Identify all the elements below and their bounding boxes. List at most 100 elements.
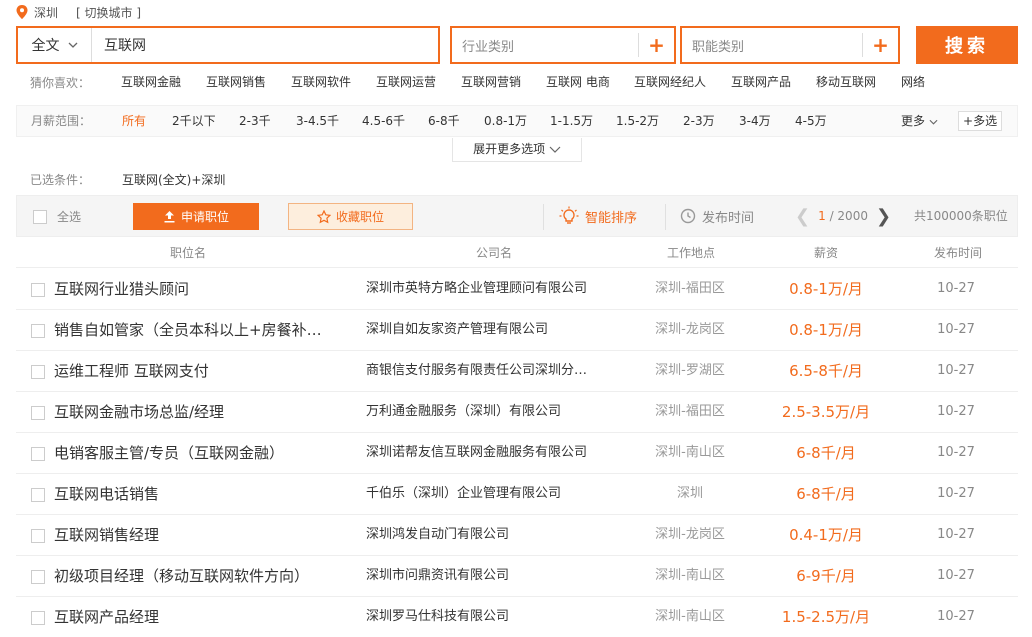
company-name[interactable]: 千伯乐（深圳）企业管理有限公司 <box>366 474 611 514</box>
guess-keyword[interactable]: 互联网软件 <box>291 72 351 92</box>
location-bar: 深圳 [ 切换城市 ] <box>16 2 141 22</box>
next-page-icon[interactable]: ❯ <box>876 206 891 227</box>
row-checkbox[interactable] <box>31 488 45 502</box>
job-title[interactable]: 互联网电话销售 <box>54 474 344 514</box>
publish-date: 10-27 <box>937 363 975 378</box>
apply-job-button[interactable]: 申请职位 <box>133 203 259 230</box>
publish-date: 10-27 <box>937 404 975 419</box>
job-location: 深圳-南山区 <box>655 609 725 624</box>
switch-city-link[interactable]: [ 切换城市 ] <box>76 4 141 21</box>
guess-keyword[interactable]: 互联网运营 <box>376 72 436 92</box>
salary-option[interactable]: 2-3万 <box>683 106 715 136</box>
publish-date: 10-27 <box>937 281 975 296</box>
publish-date: 10-27 <box>937 486 975 501</box>
company-name[interactable]: 深圳自如友家资产管理有限公司 <box>366 310 611 350</box>
results-toolbar: 全选 申请职位 收藏职位 智能排序 发布时间 ❮ 1 / 2000 ❯ 共100… <box>16 195 1018 237</box>
function-selector[interactable]: 职能类别 + <box>680 26 900 64</box>
header-date: 发布时间 <box>933 246 982 260</box>
chevron-down-icon <box>68 42 77 48</box>
table-row: 互联网行业猎头顾问 深圳市英特方略企业管理顾问有限公司 深圳-福田区 0.8-1… <box>16 269 1018 310</box>
guess-keyword[interactable]: 网络 <box>901 72 925 92</box>
company-name[interactable]: 深圳鸿发自动门有限公司 <box>366 515 611 555</box>
row-checkbox[interactable] <box>31 447 45 461</box>
company-name[interactable]: 深圳诺帮友信互联网金融服务有限公司 <box>366 433 611 473</box>
job-title[interactable]: 互联网行业猎头顾问 <box>54 269 344 309</box>
company-name[interactable]: 万利通金融服务（深圳）有限公司 <box>366 392 611 432</box>
row-checkbox[interactable] <box>31 529 45 543</box>
guess-keyword[interactable]: 移动互联网 <box>816 72 876 92</box>
guess-keyword[interactable]: 互联网产品 <box>731 72 791 92</box>
row-checkbox[interactable] <box>31 324 45 338</box>
guess-keyword[interactable]: 互联网金融 <box>121 72 181 92</box>
function-placeholder: 职能类别 <box>692 39 745 55</box>
company-name[interactable]: 深圳罗马仕科技有限公司 <box>366 597 611 637</box>
row-checkbox[interactable] <box>31 406 45 420</box>
publish-time-sort-button[interactable]: 发布时间 <box>680 196 754 236</box>
company-name[interactable]: 商银信支付服务有限责任公司深圳分… <box>366 351 611 391</box>
salary-option[interactable]: 1-1.5万 <box>550 106 593 136</box>
salary-filter-row: 月薪范围： 所有 2千以下 2-3千 3-4.5千 4.5-6千 6-8千 0.… <box>16 105 1018 137</box>
salary-option[interactable]: 4-5万 <box>795 106 827 136</box>
guess-keyword[interactable]: 互联网 电商 <box>546 72 610 92</box>
plus-icon: + <box>963 114 974 128</box>
salary-option[interactable]: 2-3千 <box>239 106 271 136</box>
row-checkbox[interactable] <box>31 611 45 625</box>
search-scope-dropdown[interactable]: 全文 <box>18 28 92 62</box>
select-all[interactable]: 全选 <box>33 208 81 225</box>
publish-date: 10-27 <box>937 445 975 460</box>
salary-option[interactable]: 所有 <box>122 106 146 136</box>
plus-icon: + <box>862 33 898 57</box>
expand-label: 展开更多选项 <box>473 142 546 156</box>
table-row: 销售自如管家（全员本科以上+房餐补… 深圳自如友家资产管理有限公司 深圳-龙岗区… <box>16 310 1018 351</box>
row-checkbox[interactable] <box>31 365 45 379</box>
row-checkbox[interactable] <box>31 283 45 297</box>
lightbulb-icon <box>559 206 579 224</box>
job-salary: 6-9千/月 <box>796 567 856 585</box>
keyword-search-box: 全文 <box>16 26 440 64</box>
job-location: 深圳-南山区 <box>655 568 725 583</box>
job-location: 深圳-福田区 <box>655 404 725 419</box>
multi-select-button[interactable]: +多选 <box>958 111 1003 131</box>
salary-option[interactable]: 4.5-6千 <box>362 106 405 136</box>
job-title[interactable]: 运维工程师 互联网支付 <box>54 351 344 391</box>
conditions-value: 互联网(全文)+深圳 <box>122 173 226 187</box>
salary-option[interactable]: 6-8千 <box>428 106 460 136</box>
industry-selector[interactable]: 行业类别 + <box>450 26 676 64</box>
salary-option[interactable]: 1.5-2万 <box>616 106 659 136</box>
job-title[interactable]: 初级项目经理（移动互联网软件方向） <box>54 556 344 596</box>
expand-options-button[interactable]: 展开更多选项 <box>452 138 582 162</box>
favorite-job-button[interactable]: 收藏职位 <box>288 203 413 230</box>
job-title[interactable]: 互联网产品经理 <box>54 597 344 637</box>
toolbar-divider <box>665 204 666 230</box>
row-checkbox[interactable] <box>31 570 45 584</box>
prev-page-icon[interactable]: ❮ <box>795 206 810 227</box>
job-salary: 0.8-1万/月 <box>789 321 863 339</box>
job-location: 深圳-罗湖区 <box>655 363 725 378</box>
salary-option[interactable]: 2千以下 <box>172 106 216 136</box>
keyword-input[interactable] <box>92 28 438 62</box>
company-name[interactable]: 深圳市问鼎资讯有限公司 <box>366 556 611 596</box>
pager: ❮ 1 / 2000 ❯ <box>795 196 891 236</box>
company-name[interactable]: 深圳市英特方略企业管理顾问有限公司 <box>366 269 611 309</box>
smart-sort-button[interactable]: 智能排序 <box>559 196 637 236</box>
salary-option[interactable]: 0.8-1万 <box>484 106 527 136</box>
more-salary-button[interactable]: 更多 <box>901 106 938 136</box>
job-title[interactable]: 电销客服主管/专员（互联网金融） <box>54 433 344 473</box>
search-button[interactable]: 搜索 <box>916 26 1018 64</box>
select-all-checkbox[interactable] <box>33 209 47 224</box>
guess-keyword[interactable]: 互联网经纪人 <box>634 72 706 92</box>
clock-icon <box>680 208 696 224</box>
salary-option[interactable]: 3-4.5千 <box>296 106 339 136</box>
header-location: 工作地点 <box>666 246 715 260</box>
job-title[interactable]: 互联网金融市场总监/经理 <box>54 392 344 432</box>
table-row: 互联网金融市场总监/经理 万利通金融服务（深圳）有限公司 深圳-福田区 2.5-… <box>16 392 1018 433</box>
guess-keyword[interactable]: 互联网销售 <box>206 72 266 92</box>
salary-option[interactable]: 3-4万 <box>739 106 771 136</box>
table-row: 电销客服主管/专员（互联网金融） 深圳诺帮友信互联网金融服务有限公司 深圳-南山… <box>16 433 1018 474</box>
job-title[interactable]: 销售自如管家（全员本科以上+房餐补… <box>54 310 344 350</box>
guess-keyword[interactable]: 互联网营销 <box>461 72 521 92</box>
job-title[interactable]: 互联网销售经理 <box>54 515 344 555</box>
header-title: 职位名 <box>169 246 206 260</box>
current-page: 1 <box>818 209 826 223</box>
industry-placeholder: 行业类别 <box>462 39 515 55</box>
